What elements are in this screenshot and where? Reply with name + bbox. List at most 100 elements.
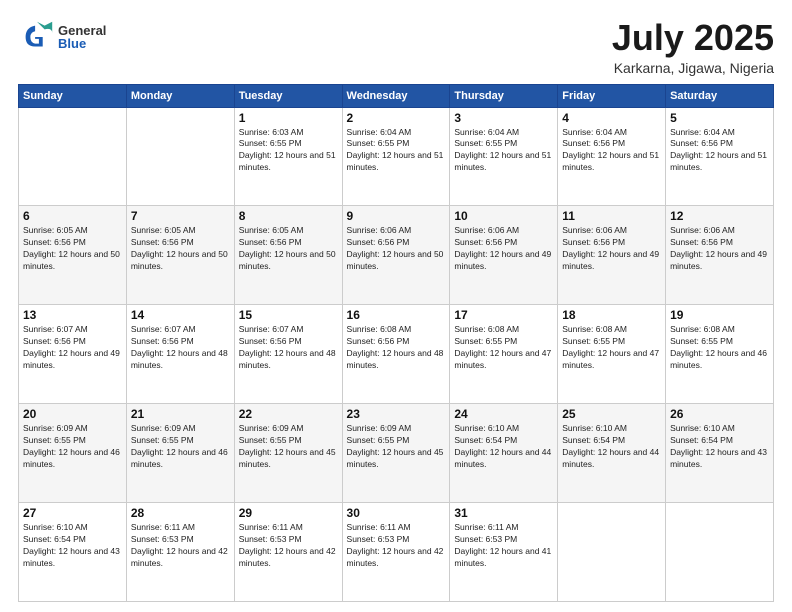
- page: General Blue July 2025 Karkarna, Jigawa,…: [0, 0, 792, 612]
- day-info: Sunrise: 6:05 AMSunset: 6:56 PMDaylight:…: [239, 225, 338, 273]
- day-number: 1: [239, 111, 338, 125]
- day-number: 6: [23, 209, 122, 223]
- calendar-table: Sunday Monday Tuesday Wednesday Thursday…: [18, 84, 774, 602]
- table-row: 28 Sunrise: 6:11 AMSunset: 6:53 PMDayligh…: [126, 503, 234, 602]
- day-info: Sunrise: 6:07 AMSunset: 6:56 PMDaylight:…: [131, 324, 230, 372]
- day-info: Sunrise: 6:08 AMSunset: 6:55 PMDaylight:…: [562, 324, 661, 372]
- col-tuesday: Tuesday: [234, 84, 342, 107]
- table-row: 27 Sunrise: 6:10 AMSunset: 6:54 PMDayligh…: [19, 503, 127, 602]
- week-row-4: 20 Sunrise: 6:09 AMSunset: 6:55 PMDayligh…: [19, 404, 774, 503]
- col-saturday: Saturday: [666, 84, 774, 107]
- table-row: 5 Sunrise: 6:04 AMSunset: 6:56 PMDaylight…: [666, 107, 774, 206]
- day-info: Sunrise: 6:08 AMSunset: 6:56 PMDaylight:…: [347, 324, 446, 372]
- table-row: 13 Sunrise: 6:07 AMSunset: 6:56 PMDayligh…: [19, 305, 127, 404]
- week-row-3: 13 Sunrise: 6:07 AMSunset: 6:56 PMDayligh…: [19, 305, 774, 404]
- col-sunday: Sunday: [19, 84, 127, 107]
- day-info: Sunrise: 6:04 AMSunset: 6:55 PMDaylight:…: [454, 127, 553, 175]
- day-number: 9: [347, 209, 446, 223]
- day-number: 19: [670, 308, 769, 322]
- day-number: 14: [131, 308, 230, 322]
- table-row: 20Sunrise: 6:09 AMSunset: 6:55 PMDayligh…: [19, 404, 127, 503]
- day-number: 28: [131, 506, 230, 520]
- day-number: 4: [562, 111, 661, 125]
- day-info: Sunrise: 6:06 AMSunset: 6:56 PMDaylight:…: [670, 225, 769, 273]
- table-row: 24 Sunrise: 6:10 AMSunset: 6:54 PMDayligh…: [450, 404, 558, 503]
- day-number: 2: [347, 111, 446, 125]
- day-info: Sunrise: 6:06 AMSunset: 6:56 PMDaylight:…: [562, 225, 661, 273]
- day-number: 24: [454, 407, 553, 421]
- table-row: 18 Sunrise: 6:08 AMSunset: 6:55 PMDayligh…: [558, 305, 666, 404]
- day-info: Sunrise: 6:11 AMSunset: 6:53 PMDaylight:…: [131, 522, 230, 570]
- day-number: 12: [670, 209, 769, 223]
- table-row: 8Sunrise: 6:05 AMSunset: 6:56 PMDaylight…: [234, 206, 342, 305]
- day-info: Sunrise: 6:09 AMSunset: 6:55 PMDaylight:…: [131, 423, 230, 471]
- table-row: 16 Sunrise: 6:08 AMSunset: 6:56 PMDayligh…: [342, 305, 450, 404]
- table-row: 9 Sunrise: 6:06 AMSunset: 6:56 PMDaylight…: [342, 206, 450, 305]
- day-info: Sunrise: 6:10 AMSunset: 6:54 PMDaylight:…: [562, 423, 661, 471]
- day-number: 30: [347, 506, 446, 520]
- day-number: 5: [670, 111, 769, 125]
- table-row: 30Sunrise: 6:11 AMSunset: 6:53 PMDayligh…: [342, 503, 450, 602]
- day-number: 29: [239, 506, 338, 520]
- table-row: 17Sunrise: 6:08 AMSunset: 6:55 PMDayligh…: [450, 305, 558, 404]
- col-wednesday: Wednesday: [342, 84, 450, 107]
- day-number: 18: [562, 308, 661, 322]
- day-number: 21: [131, 407, 230, 421]
- day-info: Sunrise: 6:05 AMSunset: 6:56 PMDaylight:…: [131, 225, 230, 273]
- day-number: 20: [23, 407, 122, 421]
- table-row: [558, 503, 666, 602]
- table-row: 22 Sunrise: 6:09 AMSunset: 6:55 PMDayligh…: [234, 404, 342, 503]
- day-info: Sunrise: 6:06 AMSunset: 6:56 PMDaylight:…: [347, 225, 446, 273]
- day-number: 10: [454, 209, 553, 223]
- col-thursday: Thursday: [450, 84, 558, 107]
- week-row-1: 1 Sunrise: 6:03 AMSunset: 6:55 PMDaylight…: [19, 107, 774, 206]
- table-row: 11 Sunrise: 6:06 AMSunset: 6:56 PMDayligh…: [558, 206, 666, 305]
- day-info: Sunrise: 6:11 AMSunset: 6:53 PMDaylight:…: [454, 522, 553, 570]
- table-row: 15 Sunrise: 6:07 AMSunset: 6:56 PMDayligh…: [234, 305, 342, 404]
- table-row: 21 Sunrise: 6:09 AMSunset: 6:55 PMDayligh…: [126, 404, 234, 503]
- week-row-5: 27 Sunrise: 6:10 AMSunset: 6:54 PMDayligh…: [19, 503, 774, 602]
- day-info: Sunrise: 6:08 AMSunset: 6:55 PMDaylight:…: [670, 324, 769, 372]
- calendar-header-row: Sunday Monday Tuesday Wednesday Thursday…: [19, 84, 774, 107]
- day-info: Sunrise: 6:03 AMSunset: 6:55 PMDaylight:…: [239, 127, 338, 175]
- title-month: July 2025: [612, 18, 774, 58]
- day-info: Sunrise: 6:04 AMSunset: 6:56 PMDaylight:…: [670, 127, 769, 175]
- day-number: 11: [562, 209, 661, 223]
- day-info: Sunrise: 6:10 AMSunset: 6:54 PMDaylight:…: [670, 423, 769, 471]
- day-number: 13: [23, 308, 122, 322]
- table-row: 6 Sunrise: 6:05 AMSunset: 6:56 PMDaylight…: [19, 206, 127, 305]
- table-row: 12 Sunrise: 6:06 AMSunset: 6:56 PMDayligh…: [666, 206, 774, 305]
- day-number: 22: [239, 407, 338, 421]
- table-row: 26 Sunrise: 6:10 AMSunset: 6:54 PMDayligh…: [666, 404, 774, 503]
- table-row: [19, 107, 127, 206]
- day-number: 26: [670, 407, 769, 421]
- header: General Blue July 2025 Karkarna, Jigawa,…: [18, 18, 774, 76]
- day-number: 15: [239, 308, 338, 322]
- logo-blue-text: Blue: [58, 37, 106, 50]
- title-block: July 2025 Karkarna, Jigawa, Nigeria: [612, 18, 774, 76]
- table-row: [126, 107, 234, 206]
- table-row: 29 Sunrise: 6:11 AMSunset: 6:53 PMDayligh…: [234, 503, 342, 602]
- week-row-2: 6 Sunrise: 6:05 AMSunset: 6:56 PMDaylight…: [19, 206, 774, 305]
- day-info: Sunrise: 6:09 AMSunset: 6:55 PMDaylight:…: [347, 423, 446, 471]
- table-row: [666, 503, 774, 602]
- table-row: 31 Sunrise: 6:11 AMSunset: 6:53 PMDayligh…: [450, 503, 558, 602]
- day-number: 16: [347, 308, 446, 322]
- day-info: Sunrise: 6:09 AMSunset: 6:55 PMDaylight:…: [239, 423, 338, 471]
- day-info: Sunrise: 6:10 AMSunset: 6:54 PMDaylight:…: [23, 522, 122, 570]
- day-number: 31: [454, 506, 553, 520]
- table-row: 7Sunrise: 6:05 AMSunset: 6:56 PMDaylight…: [126, 206, 234, 305]
- day-number: 3: [454, 111, 553, 125]
- title-location: Karkarna, Jigawa, Nigeria: [612, 60, 774, 76]
- day-info: Sunrise: 6:07 AMSunset: 6:56 PMDaylight:…: [239, 324, 338, 372]
- col-monday: Monday: [126, 84, 234, 107]
- day-info: Sunrise: 6:10 AMSunset: 6:54 PMDaylight:…: [454, 423, 553, 471]
- day-number: 27: [23, 506, 122, 520]
- day-info: Sunrise: 6:11 AMSunset: 6:53 PMDaylight:…: [239, 522, 338, 570]
- table-row: 23Sunrise: 6:09 AMSunset: 6:55 PMDayligh…: [342, 404, 450, 503]
- day-info: Sunrise: 6:05 AMSunset: 6:56 PMDaylight:…: [23, 225, 122, 273]
- day-info: Sunrise: 6:04 AMSunset: 6:56 PMDaylight:…: [562, 127, 661, 175]
- day-info: Sunrise: 6:07 AMSunset: 6:56 PMDaylight:…: [23, 324, 122, 372]
- day-number: 17: [454, 308, 553, 322]
- table-row: 25Sunrise: 6:10 AMSunset: 6:54 PMDayligh…: [558, 404, 666, 503]
